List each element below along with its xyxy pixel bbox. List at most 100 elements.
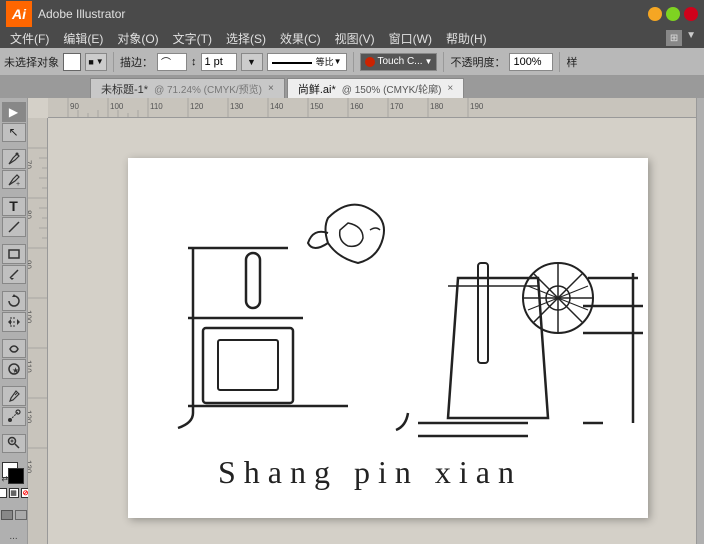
stroke-dropdown-btn[interactable]: ▼ — [241, 53, 263, 71]
menu-text[interactable]: 文字(T) — [167, 29, 218, 48]
opacity-label: 不透明度： — [450, 54, 505, 70]
mirror-tool[interactable] — [2, 312, 26, 332]
stroke-width-input[interactable] — [201, 53, 237, 71]
color-mode-area: ▦ ⊘ — [0, 488, 31, 498]
svg-text:130: 130 — [28, 460, 33, 474]
opacity-input[interactable] — [509, 53, 553, 71]
eyedropper-tool[interactable] — [2, 386, 26, 406]
app-logo: Ai — [6, 1, 32, 27]
tab-shangxian[interactable]: 尚鲜.ai* @ 150% (CMYK/轮廓) × — [287, 78, 464, 98]
style-label: 样 — [566, 54, 577, 70]
svg-text:130: 130 — [230, 102, 244, 111]
pen-tool[interactable] — [2, 149, 26, 169]
svg-text:+: + — [16, 181, 20, 187]
right-panel — [696, 98, 704, 544]
rotate-tool[interactable] — [2, 291, 26, 311]
window-title: Adobe Illustrator — [38, 7, 642, 21]
gradient-btn[interactable]: ▦ — [9, 488, 19, 498]
svg-text:120: 120 — [28, 410, 33, 424]
tab-shangxian-subtitle: @ 150% (CMYK/轮廓) — [342, 81, 442, 96]
svg-text:100: 100 — [28, 310, 33, 324]
control-toolbar: 未选择对象 ■▼ 描边： ⌒ ↕ ▼ 等比 ▼ Touch C... ▼ 不透明… — [0, 48, 704, 76]
svg-text:160: 160 — [350, 102, 364, 111]
sep2 — [353, 52, 354, 72]
tab-untitled-label: 未标题-1* — [101, 81, 148, 97]
stroke-icon: ⌒ — [157, 53, 187, 71]
touch-color-btn[interactable]: Touch C... ▼ — [360, 53, 438, 71]
svg-text:150: 150 — [310, 102, 324, 111]
ruler-left: 70 80 90 100 110 120 130 — [28, 118, 48, 544]
swap-colors-icon[interactable]: ⇄ — [2, 474, 9, 483]
svg-text:90: 90 — [70, 102, 79, 111]
canvas-container[interactable]: Shang pin xian — [48, 118, 696, 544]
ruler-left-svg: 70 80 90 100 110 120 130 — [28, 118, 47, 544]
svg-text:★: ★ — [12, 366, 19, 375]
tabs-bar: 未标题-1* @ 71.24% (CMYK/预览) × 尚鲜.ai* @ 150… — [0, 76, 704, 98]
blend-tool[interactable] — [2, 407, 26, 427]
stroke-color-swatch[interactable] — [8, 468, 24, 484]
artwork-svg: Shang pin xian — [128, 158, 648, 518]
close-btn[interactable] — [684, 7, 698, 21]
symbol-tool[interactable]: ★ — [2, 359, 26, 379]
tab-untitled-close[interactable]: × — [268, 83, 274, 94]
direct-selection-tool[interactable]: ↖ — [2, 123, 26, 143]
tab-untitled-subtitle: @ 71.24% (CMYK/预览) — [154, 81, 262, 96]
menu-window[interactable]: 窗口(W) — [383, 29, 438, 48]
add-anchor-tool[interactable]: + — [2, 170, 26, 190]
svg-text:180: 180 — [430, 102, 444, 111]
draw-normal-btn[interactable] — [1, 510, 13, 520]
workspace-arrow[interactable]: ▼ — [686, 30, 696, 46]
selection-tool[interactable]: ▶ — [2, 102, 26, 122]
svg-text:90: 90 — [28, 260, 33, 269]
color-fill-btn[interactable] — [0, 488, 7, 498]
draw-behind-btn[interactable] — [15, 510, 27, 520]
sep3 — [443, 52, 444, 72]
main-area: ▶ ↖ + T ★ — [0, 98, 704, 544]
minimize-btn[interactable] — [648, 7, 662, 21]
title-bar: Ai Adobe Illustrator — [0, 0, 704, 28]
line-tool[interactable] — [2, 217, 26, 237]
left-toolbar: ▶ ↖ + T ★ — [0, 98, 28, 544]
canvas-area[interactable]: 90 100 110 120 130 140 150 160 170 180 — [28, 98, 696, 544]
svg-text:100: 100 — [110, 102, 124, 111]
ruler-top-svg: 90 100 110 120 130 140 150 160 170 180 — [48, 98, 696, 117]
svg-text:80: 80 — [28, 210, 33, 219]
ruler-top: 90 100 110 120 130 140 150 160 170 180 — [48, 98, 696, 118]
sep1 — [113, 52, 114, 72]
brush-tool[interactable] — [2, 265, 26, 285]
svg-text:170: 170 — [390, 102, 404, 111]
menu-help[interactable]: 帮助(H) — [440, 29, 493, 48]
more-tools-btn[interactable]: ... — [7, 529, 19, 544]
sep4 — [559, 52, 560, 72]
workspace-btn[interactable]: ⊞ — [666, 30, 682, 46]
svg-text:140: 140 — [270, 102, 284, 111]
stroke-size-icon: ↕ — [191, 56, 197, 68]
svg-text:190: 190 — [470, 102, 484, 111]
menu-view[interactable]: 视图(V) — [329, 29, 381, 48]
color-swatch-area[interactable]: ⇄ — [2, 462, 26, 483]
menu-file[interactable]: 文件(F) — [4, 29, 55, 48]
menu-select[interactable]: 选择(S) — [220, 29, 272, 48]
menu-bar: 文件(F) 编辑(E) 对象(O) 文字(T) 选择(S) 效果(C) 视图(V… — [0, 28, 704, 48]
svg-text:70: 70 — [28, 160, 33, 169]
stroke-style-display[interactable]: 等比 ▼ — [267, 53, 347, 71]
svg-text:110: 110 — [150, 102, 163, 111]
warp-tool[interactable] — [2, 339, 26, 359]
svg-text:Shang pin xian: Shang pin xian — [218, 454, 522, 490]
tab-untitled[interactable]: 未标题-1* @ 71.24% (CMYK/预览) × — [90, 78, 285, 98]
fill-swatch[interactable] — [63, 53, 81, 71]
draw-mode-area — [1, 510, 27, 520]
menu-edit[interactable]: 编辑(E) — [57, 29, 109, 48]
menu-effect[interactable]: 效果(C) — [274, 29, 327, 48]
zoom-tool[interactable] — [2, 434, 26, 454]
menu-object[interactable]: 对象(O) — [111, 29, 164, 48]
stroke-label: 描边： — [120, 54, 153, 70]
svg-text:120: 120 — [190, 102, 204, 111]
object-label: 未选择对象 — [4, 54, 59, 70]
maximize-btn[interactable] — [666, 7, 680, 21]
text-tool[interactable]: T — [2, 197, 26, 217]
fill-type-btn[interactable]: ■▼ — [85, 53, 107, 71]
rect-tool[interactable] — [2, 244, 26, 264]
tab-shangxian-close[interactable]: × — [447, 83, 453, 94]
svg-text:110: 110 — [28, 360, 33, 373]
